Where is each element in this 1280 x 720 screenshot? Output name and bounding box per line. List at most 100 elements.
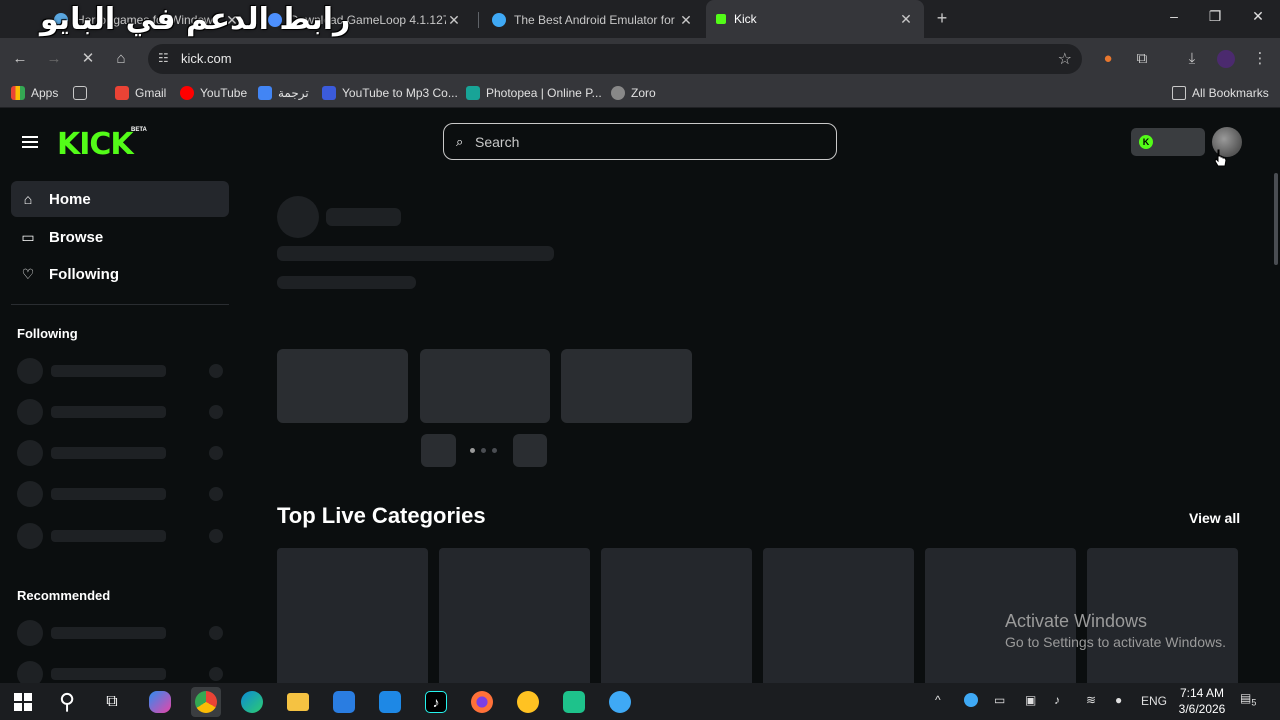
back-arrow-icon[interactable]: ← [10,49,30,69]
tab-kick[interactable]: Kick ✕ [706,0,924,38]
bookmark-yt-mp3[interactable]: YouTube to Mp3 Co... [322,86,458,100]
browser-menu-icon[interactable]: ⋮ [1250,49,1270,69]
game-app-icon[interactable] [559,687,589,717]
tab-divider [478,12,479,28]
following-heading: Following [17,326,78,341]
watermark-line: Go to Settings to activate Windows. [1005,634,1226,650]
maximize-button[interactable]: ❐ [1205,8,1225,25]
meet-now-icon[interactable]: ▣ [1025,693,1036,707]
bookmark-label: Zoro [631,86,656,100]
bookmark-tab-groups[interactable] [73,86,93,100]
bookmark-label: YouTube to Mp3 Co... [342,86,458,100]
profile-avatar-icon[interactable] [1216,49,1236,69]
search-input[interactable]: ⌕ Search [443,123,837,160]
page-scrollbar[interactable] [1274,173,1278,265]
tab-groups-icon [73,86,87,100]
folder-icon [1172,86,1186,100]
mail-icon[interactable] [375,687,405,717]
microphone-icon[interactable]: ● [1115,693,1122,707]
task-view-icon[interactable]: ⧉ [97,687,127,717]
system-clock[interactable]: 7:14 AM 3/6/2026 [1172,685,1232,717]
address-bar[interactable]: ☷ kick.com ☆ [148,44,1082,74]
norton-icon[interactable] [513,687,543,717]
bookmark-photopea[interactable]: Photopea | Online P... [466,86,602,100]
activate-windows-watermark: Activate Windows Go to Settings to activ… [1005,611,1226,650]
apps-grid-icon [11,86,25,100]
copilot-icon[interactable] [145,687,175,717]
volume-icon[interactable]: ♪ [1054,693,1060,707]
skeleton-avatar [277,196,319,238]
downloads-icon[interactable]: ⤓ [1182,49,1202,69]
kick-coin-icon: K [1139,135,1153,149]
new-tab-button[interactable]: + [932,8,952,28]
carousel-dot[interactable] [481,448,486,453]
carousel-dot[interactable] [470,448,475,453]
close-tab-icon[interactable]: ✕ [678,12,694,29]
home-icon: ⌂ [23,191,33,207]
category-card[interactable] [277,548,428,683]
bookmark-label: ترجمة [278,86,309,100]
all-bookmarks[interactable]: All Bookmarks [1172,86,1269,100]
translate-icon [258,86,272,100]
browser-toolbar: ← → ✕ ⌂ ☷ kick.com ☆ ● ⧉ ⤓ ⋮ [0,38,1280,80]
forward-arrow-icon[interactable]: → [44,49,64,69]
tab-android-emulator[interactable]: The Best Android Emulator for ✕ [482,6,704,34]
skeleton-name [326,208,401,226]
extension-fire-icon[interactable]: ● [1098,49,1118,69]
url-text[interactable]: kick.com [181,51,232,66]
view-all-link[interactable]: View all [1189,510,1240,526]
extensions-puzzle-icon[interactable]: ⧉ [1132,49,1152,69]
minimize-button[interactable]: – [1164,8,1184,24]
battery-icon[interactable]: ▭ [994,693,1005,707]
carousel-prev-button[interactable] [421,434,456,467]
bookmark-apps[interactable]: Apps [11,86,58,100]
close-tab-icon[interactable]: ✕ [898,11,914,28]
category-card[interactable] [439,548,590,683]
bookmark-youtube[interactable]: YouTube [180,86,247,100]
edge-icon[interactable] [237,687,267,717]
bookmark-translate[interactable]: ترجمة [258,86,309,100]
sidebar-item-browse[interactable]: ▭ Browse [11,219,229,255]
notifications-icon[interactable]: ▤5 [1240,691,1256,707]
gmail-icon [115,86,129,100]
tiktok-icon[interactable]: ♪ [421,687,451,717]
carousel-next-button[interactable] [513,434,547,467]
sidebar-item-following[interactable]: ♡ Following [11,256,229,292]
photopea-icon [466,86,480,100]
kicks-button[interactable]: K [1131,128,1205,156]
stop-loading-icon[interactable]: ✕ [78,49,98,69]
following-skeleton-row [17,440,223,466]
kick-logo[interactable]: KICK [57,127,134,162]
gameloop-icon[interactable] [605,687,635,717]
category-card[interactable] [763,548,914,683]
bookmark-zoro[interactable]: Zoro [611,86,656,100]
carousel-dot[interactable] [492,448,497,453]
show-hidden-icons[interactable]: ^ [935,693,941,707]
firefox-icon[interactable] [467,687,497,717]
microsoft-store-icon[interactable] [329,687,359,717]
input-language[interactable]: ENG [1141,694,1167,708]
notification-count: 5 [1251,697,1257,708]
windows-start-icon[interactable] [8,687,38,717]
bookmark-star-icon[interactable]: ☆ [1058,49,1072,69]
hamburger-menu-icon[interactable] [22,136,38,148]
chrome-icon[interactable] [191,687,221,717]
sidebar-item-label: Browse [49,228,104,246]
recommended-heading: Recommended [17,588,111,603]
sidebar-divider [11,304,229,305]
skeleton-card [420,349,550,423]
skeleton-card [561,349,692,423]
wifi-icon[interactable]: ≋ [1086,693,1096,707]
site-info-icon[interactable]: ☷ [158,51,169,65]
file-explorer-icon[interactable] [283,687,313,717]
bookmark-label: YouTube [200,86,248,100]
tray-app-icon[interactable] [964,693,978,710]
sidebar-item-home[interactable]: ⌂ Home [11,181,229,217]
close-window-button[interactable]: ✕ [1248,8,1268,25]
category-card[interactable] [601,548,752,683]
search-icon[interactable]: ⚲ [52,687,82,717]
bookmark-gmail[interactable]: Gmail [115,86,166,100]
home-browser-icon[interactable]: ⌂ [111,49,131,69]
close-tab-icon[interactable]: ✕ [446,12,462,29]
skeleton-card [277,349,408,423]
